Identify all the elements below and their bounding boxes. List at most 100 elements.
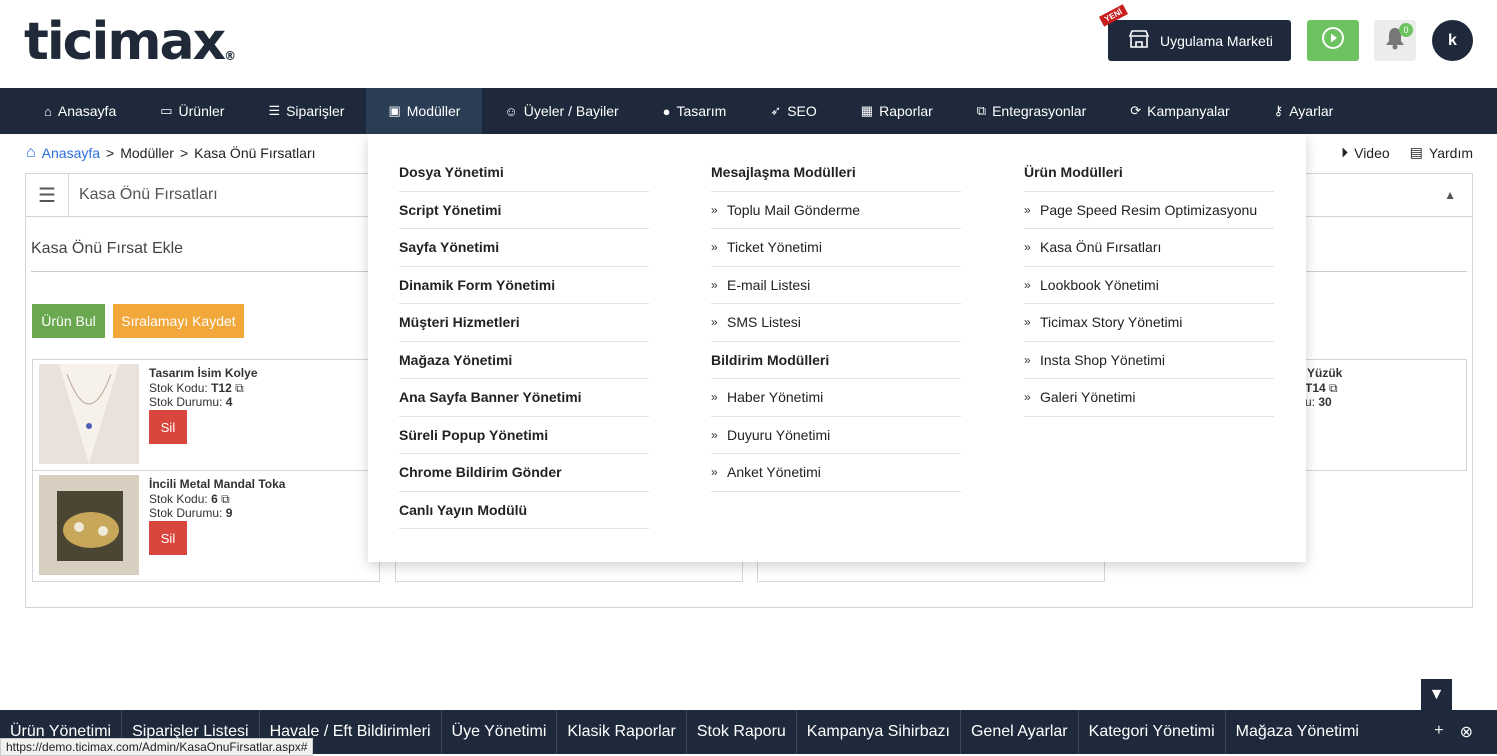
nav-label: Entegrasyonlar	[992, 103, 1087, 119]
close-circle-icon[interactable]: ⊗	[1460, 722, 1473, 742]
video-link[interactable]: ⏵ Video	[1341, 144, 1390, 161]
nav-anasayfa[interactable]: ⌂ Anasayfa	[22, 88, 138, 134]
menu-item-duyuru[interactable]: » Duyuru Yönetimi	[711, 417, 961, 454]
quick-link[interactable]: Klasik Raporlar	[557, 710, 687, 754]
rocket-icon: ➶	[770, 103, 782, 118]
nav-moduller[interactable]: ▣ Modüller	[366, 88, 483, 134]
copy-icon[interactable]: ⧉	[221, 492, 230, 506]
quick-link[interactable]: Genel Ayarlar	[961, 710, 1079, 754]
menu-item-sayfa[interactable]: Sayfa Yönetimi	[399, 229, 649, 267]
plus-icon[interactable]: +	[1434, 722, 1443, 742]
stock-label: Stok Durumu:	[149, 506, 223, 520]
nav-raporlar[interactable]: ▦ Raporlar	[839, 88, 955, 134]
menu-item-page-speed[interactable]: » Page Speed Resim Optimizasyonu	[1024, 192, 1274, 229]
user-icon: ☺	[504, 103, 518, 119]
panel-title: Kasa Önü Fırsatları	[79, 186, 218, 203]
mega-column-products: Ürün Modülleri » Page Speed Resim Optimiz…	[1024, 154, 1274, 417]
nav-label: Tasarım	[676, 103, 727, 119]
double-chevron-icon: »	[1024, 390, 1031, 405]
nav-label: SEO	[787, 103, 817, 119]
menu-item-story[interactable]: » Ticimax Story Yönetimi	[1024, 304, 1274, 342]
help-links: ⏵ Video ▤ Yardım	[1341, 144, 1473, 161]
find-product-button[interactable]: Ürün Bul	[32, 304, 105, 338]
top-header: ticimax® Uygulama Marketi YENİ 0 k	[0, 0, 1497, 88]
menu-label: Ticimax Story Yönetimi	[1040, 314, 1183, 331]
quick-link[interactable]: Stok Raporu	[687, 710, 797, 754]
nav-tasarim[interactable]: ● Tasarım	[641, 88, 749, 134]
user-avatar[interactable]: k	[1432, 20, 1473, 61]
modules-mega-menu: Dosya Yönetimi Script Yönetimi Sayfa Yön…	[368, 134, 1306, 562]
help-link[interactable]: ▤ Yardım	[1410, 144, 1473, 161]
notifications-button[interactable]: 0	[1374, 20, 1416, 61]
menu-item-musteri-hizmetleri[interactable]: Müşteri Hizmetleri	[399, 304, 649, 342]
code-value: 6	[211, 492, 218, 506]
nav-uyeler-bayiler[interactable]: ☺ Üyeler / Bayiler	[482, 88, 640, 134]
menu-item-email-listesi[interactable]: » E-mail Listesi	[711, 267, 961, 304]
nav-label: Raporlar	[879, 103, 933, 119]
menu-label: Insta Shop Yönetimi	[1040, 351, 1166, 368]
module-icon: ▣	[388, 103, 401, 118]
delete-button[interactable]: Sil	[149, 521, 187, 555]
menu-item-galeri[interactable]: » Galeri Yönetimi	[1024, 379, 1274, 417]
menu-item-popup[interactable]: Süreli Popup Yönetimi	[399, 417, 649, 454]
menu-item-lookbook[interactable]: » Lookbook Yönetimi	[1024, 267, 1274, 304]
menu-item-toplu-mail[interactable]: » Toplu Mail Gönderme	[711, 192, 961, 229]
play-video-button[interactable]	[1307, 20, 1359, 61]
quick-link[interactable]: Üye Yönetimi	[442, 710, 558, 754]
stock-value: 4	[225, 395, 233, 409]
quick-link[interactable]: Mağaza Yönetimi	[1226, 710, 1369, 754]
menu-item-script[interactable]: Script Yönetimi	[399, 192, 649, 229]
product-code: Stok Kodu: 6 ⧉	[149, 492, 230, 507]
code-label: Stok Kodu:	[149, 492, 208, 506]
delete-button[interactable]: Sil	[149, 410, 187, 444]
nav-urunler[interactable]: ▭ Ürünler	[138, 88, 246, 134]
menu-item-sms-listesi[interactable]: » SMS Listesi	[711, 304, 961, 342]
nav-entegrasyonlar[interactable]: ⧉ Entegrasyonlar	[955, 88, 1108, 134]
menu-item-anket[interactable]: » Anket Yönetimi	[711, 454, 961, 492]
collapse-up-icon[interactable]: ▲	[1444, 188, 1456, 202]
double-chevron-icon: »	[711, 465, 718, 480]
product-stock: Stok Durumu: 4	[149, 395, 232, 409]
breadcrumb-home-link[interactable]: Anasayfa	[42, 145, 100, 161]
save-order-button[interactable]: Sıralamayı Kaydet	[113, 304, 244, 338]
breadcrumb: ⌂ Anasayfa > Modüller > Kasa Önü Fırsatl…	[26, 144, 316, 162]
product-stock: Stok Durumu: 9	[149, 506, 232, 520]
menu-item-canli-yayin[interactable]: Canlı Yayın Modülü	[399, 492, 649, 529]
nav-ayarlar[interactable]: ⚷ Ayarlar	[1252, 88, 1356, 134]
copy-icon[interactable]: ⧉	[1329, 381, 1338, 395]
mega-column-general: Dosya Yönetimi Script Yönetimi Sayfa Yön…	[399, 154, 649, 529]
menu-item-insta-shop[interactable]: » Insta Shop Yönetimi	[1024, 342, 1274, 379]
menu-label: SMS Listesi	[727, 314, 801, 331]
palette-icon: ●	[662, 103, 671, 119]
caret-down-icon: ▼	[1428, 685, 1445, 703]
menu-item-dinamik-form[interactable]: Dinamik Form Yönetimi	[399, 267, 649, 304]
home-icon[interactable]: ⌂	[26, 144, 36, 162]
menu-item-kasa-onu[interactable]: » Kasa Önü Fırsatları	[1024, 229, 1274, 267]
key-icon: ⚷	[1273, 103, 1284, 118]
menu-item-dosya[interactable]: Dosya Yönetimi	[399, 154, 649, 192]
menu-label: Anket Yönetimi	[727, 464, 821, 481]
double-chevron-icon: »	[711, 315, 718, 330]
menu-label: Haber Yönetimi	[727, 389, 824, 406]
scroll-down-button[interactable]: ▼	[1421, 679, 1452, 710]
breadcrumb-moduller[interactable]: Modüller	[120, 145, 174, 161]
copy-icon[interactable]: ⧉	[235, 381, 244, 395]
code-label: Stok Kodu:	[149, 381, 208, 395]
app-market-button[interactable]: Uygulama Marketi	[1108, 20, 1291, 61]
quick-link[interactable]: Kampanya Sihirbazı	[797, 710, 961, 754]
ticimax-logo[interactable]: ticimax®	[24, 14, 236, 70]
quick-link[interactable]: Kategori Yönetimi	[1079, 710, 1226, 754]
product-card[interactable]: İncili Metal Mandal Toka Stok Kodu: 6 ⧉ …	[32, 470, 380, 582]
nav-seo[interactable]: ➶ SEO	[748, 88, 838, 134]
menu-item-chrome-bildirim[interactable]: Chrome Bildirim Gönder	[399, 454, 649, 492]
nav-kampanyalar[interactable]: ⟳ Kampanyalar	[1108, 88, 1251, 134]
menu-item-ticket[interactable]: » Ticket Yönetimi	[711, 229, 961, 267]
menu-item-magaza[interactable]: Mağaza Yönetimi	[399, 342, 649, 379]
product-card[interactable]: Tasarım İsim Kolye Stok Kodu: T12 ⧉ Stok…	[32, 359, 380, 471]
home-icon: ⌂	[44, 103, 52, 119]
menu-item-banner[interactable]: Ana Sayfa Banner Yönetimi	[399, 379, 649, 417]
nav-siparisler[interactable]: ☰ Siparişler	[246, 88, 366, 134]
menu-label: Ticket Yönetimi	[727, 239, 822, 256]
menu-item-haber[interactable]: » Haber Yönetimi	[711, 379, 961, 417]
hamburger-menu-icon[interactable]: ☰	[26, 173, 69, 217]
